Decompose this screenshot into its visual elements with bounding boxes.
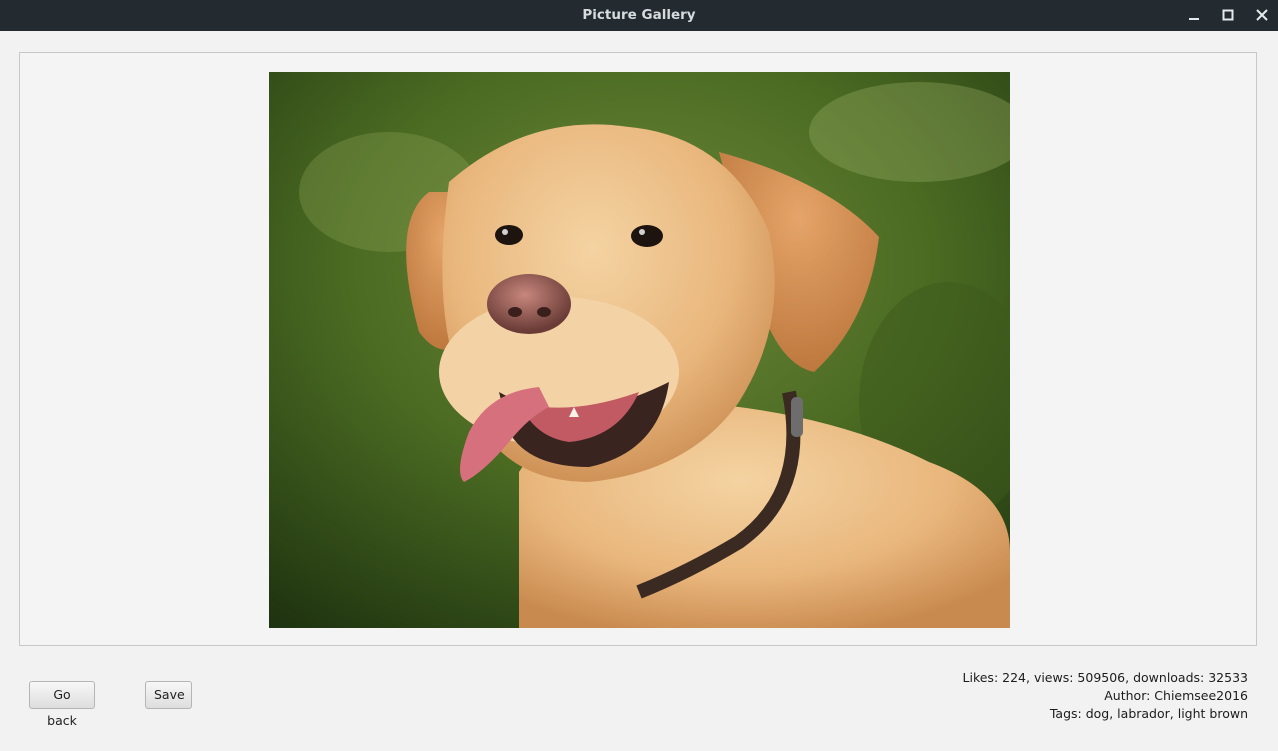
stats-text: Likes: 224, views: 509506, downloads: 32… (962, 670, 1248, 685)
image-panel (19, 52, 1257, 646)
window-title: Picture Gallery (582, 7, 696, 23)
dog-photo (269, 72, 1010, 628)
author-text: Author: Chiemsee2016 (1104, 688, 1248, 703)
save-button[interactable]: Save (145, 681, 192, 709)
title-bar: Picture Gallery (0, 0, 1278, 31)
go-back-button[interactable]: Go back (29, 681, 95, 728)
close-icon[interactable] (1253, 6, 1271, 24)
tags-text: Tags: dog, labrador, light brown (1049, 706, 1248, 721)
minimize-icon[interactable] (1185, 6, 1203, 24)
maximize-icon[interactable] (1219, 6, 1237, 24)
picture-info: Likes: 224, views: 509506, downloads: 32… (963, 669, 1248, 723)
